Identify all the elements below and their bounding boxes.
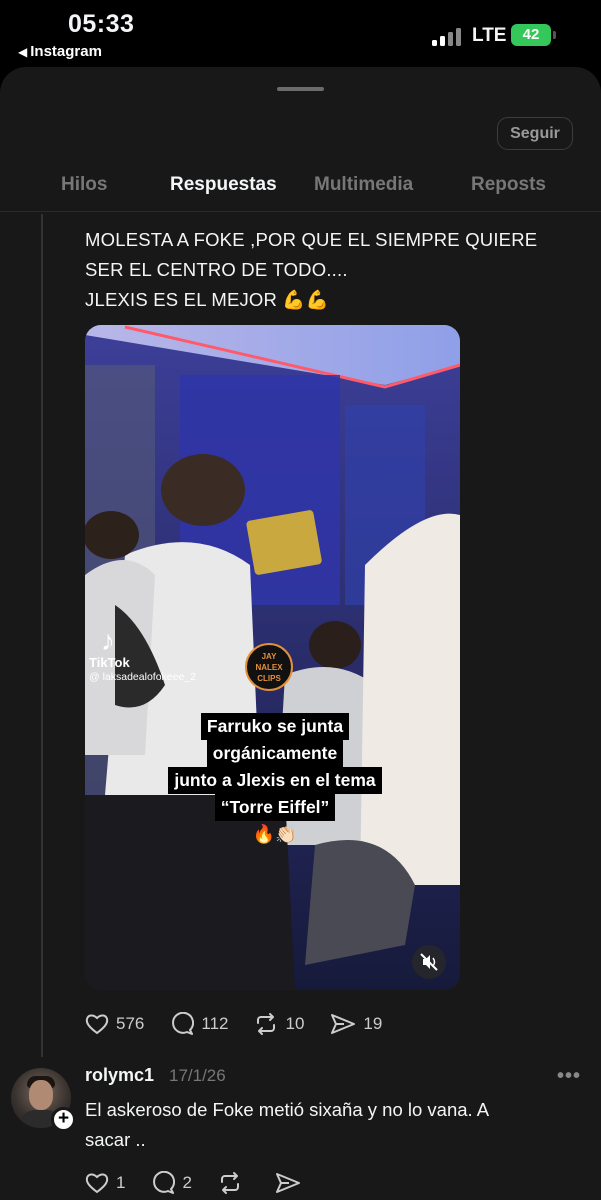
post-text-line: MOLESTA A FOKE ,POR QUE EL SIEMPRE QUIER…	[85, 229, 538, 250]
reply-date: 17/1/26	[169, 1066, 226, 1085]
tiktok-logo-icon: ♪	[101, 625, 115, 656]
send-icon	[331, 1014, 356, 1034]
post-actions: 576 112 10 19	[85, 1010, 408, 1038]
status-time: 05:33	[68, 10, 135, 38]
share-count: 19	[363, 1014, 383, 1033]
speaker-muted-icon	[420, 953, 438, 971]
reply-text-line: El askeroso de Foke metió sixaña y no lo…	[85, 1099, 490, 1120]
reply-like-count: 1	[116, 1173, 126, 1192]
back-app-label: Instagram	[30, 43, 102, 60]
cellular-signal-icon	[432, 26, 464, 46]
caption-line: “Torre Eiffel”	[214, 794, 336, 821]
network-type: LTE	[472, 25, 507, 46]
reply-text-line: sacar ..	[85, 1129, 146, 1150]
like-button[interactable]: 576	[85, 1013, 144, 1035]
tab-respuestas[interactable]: Respuestas	[170, 174, 277, 196]
sheet-grabber[interactable]	[277, 87, 324, 91]
avatar-face	[29, 1080, 53, 1110]
follow-plus-icon[interactable]: +	[51, 1107, 76, 1132]
caption-line: orgánicamente	[206, 740, 344, 767]
reply-button[interactable]: 112	[170, 1012, 228, 1036]
reply-like-button[interactable]: 1	[85, 1172, 125, 1194]
reply-actions: 1 2	[85, 1169, 334, 1197]
caption-line: junto a Jlexis en el tema	[168, 767, 382, 794]
send-icon	[275, 1173, 300, 1193]
reply-comment-count: 2	[182, 1173, 192, 1192]
heart-icon	[85, 1173, 109, 1194]
post-video[interactable]: ♪ TikTok @ laksadealofokeee_2 JAY NALEX …	[85, 325, 460, 990]
reply-share-button[interactable]	[275, 1171, 308, 1195]
mute-button[interactable]	[412, 945, 446, 979]
profile-tabs: Hilos Respuestas Multimedia Reposts	[0, 174, 601, 214]
tab-multimedia[interactable]: Multimedia	[314, 174, 413, 196]
reply-text: El askeroso de Foke metió sixaña y no lo…	[85, 1095, 565, 1155]
thread-line	[41, 214, 43, 1057]
follow-button[interactable]: Seguir	[497, 117, 573, 150]
profile-sheet: Seguir Hilos Respuestas Multimedia Repos…	[0, 67, 601, 1200]
heart-icon	[85, 1014, 109, 1035]
tiktok-label: TikTok	[89, 655, 130, 670]
repost-icon	[257, 1013, 276, 1035]
caption-emojis: 🔥👏🏻	[252, 824, 298, 844]
tab-hilos[interactable]: Hilos	[61, 174, 107, 196]
tiktok-watermark: ♪ TikTok @ laksadealofokeee_2	[89, 625, 196, 684]
post-text-line: SER EL CENTRO DE TODO....	[85, 259, 348, 280]
tab-reposts[interactable]: Reposts	[471, 174, 546, 196]
battery-indicator: 42	[511, 24, 551, 46]
comment-icon	[153, 1171, 176, 1194]
caption-line: Farruko se junta	[200, 713, 350, 740]
back-triangle-icon: ◀	[18, 45, 28, 59]
repost-button[interactable]: 10	[254, 1012, 304, 1036]
repost-icon	[220, 1172, 239, 1194]
post-text: MOLESTA A FOKE ,POR QUE EL SIEMPRE QUIER…	[85, 225, 575, 315]
post-text-line: JLEXIS ES EL MEJOR 💪💪	[85, 289, 329, 310]
reply-count: 112	[201, 1014, 229, 1033]
tabs-divider	[0, 211, 601, 212]
comment-icon	[172, 1012, 195, 1035]
video-caption: Farruko se junta orgánicamente junto a J…	[165, 713, 385, 848]
channel-sticker: JAY NALEX CLIPS	[245, 643, 293, 691]
like-count: 576	[116, 1014, 145, 1033]
battery-tip	[553, 31, 556, 39]
status-bar: 05:33 ◀ Instagram LTE 42	[0, 0, 601, 70]
back-to-app-link[interactable]: ◀ Instagram	[18, 43, 102, 60]
tiktok-username: @ laksadealofokeee_2	[89, 671, 196, 683]
more-options-icon[interactable]: •••	[557, 1065, 581, 1088]
reply-username[interactable]: rolymc1	[85, 1065, 154, 1086]
share-button[interactable]: 19	[330, 1012, 382, 1036]
repost-count: 10	[285, 1014, 305, 1033]
reply-repost-button[interactable]	[218, 1171, 249, 1195]
reply-comment-button[interactable]: 2	[151, 1171, 192, 1195]
